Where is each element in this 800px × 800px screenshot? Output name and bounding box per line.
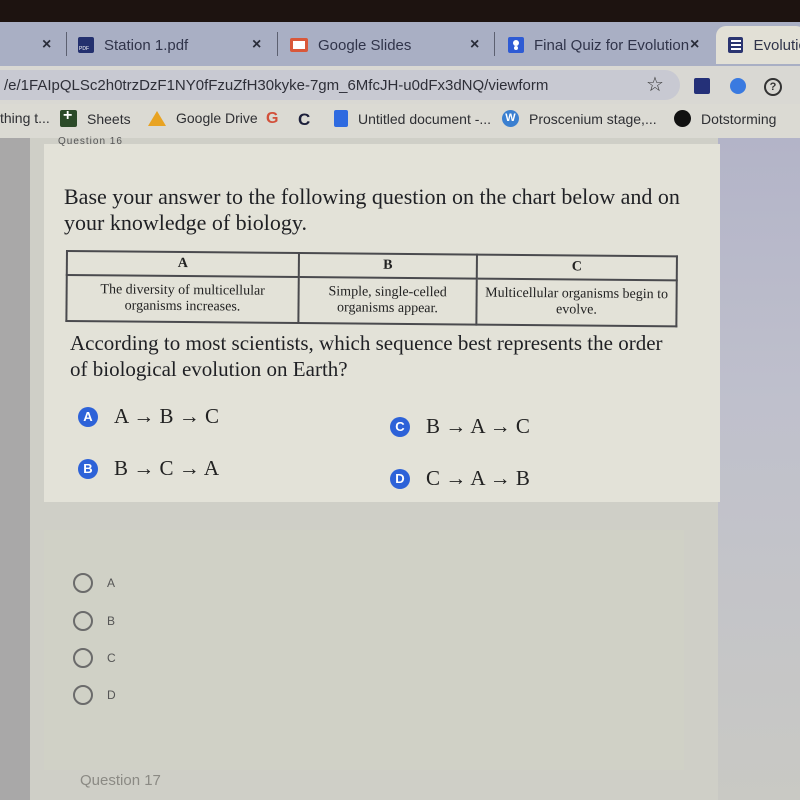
answer-card bbox=[44, 530, 684, 770]
close-icon[interactable]: × bbox=[690, 36, 699, 54]
table-header-a: A bbox=[66, 251, 299, 278]
choice-c: C B → A → C bbox=[390, 414, 530, 439]
dot-icon bbox=[674, 110, 691, 127]
bookmark-label: thing t... bbox=[0, 110, 50, 126]
choice-b: B B → C → A bbox=[78, 456, 219, 481]
bookmark-label: Dotstorming bbox=[701, 110, 777, 127]
choice-text: B → A → C bbox=[426, 414, 530, 438]
table-cell-c: Multicellular organisms begin to evolve. bbox=[476, 278, 677, 327]
evolution-chart-table: A B C The diversity of multicellular org… bbox=[65, 250, 678, 327]
tab-unknown[interactable]: × bbox=[0, 26, 62, 64]
page-left-margin bbox=[0, 138, 30, 800]
close-icon[interactable]: × bbox=[470, 36, 479, 54]
close-icon[interactable]: × bbox=[42, 36, 51, 54]
tab-separator bbox=[494, 32, 495, 56]
radio-button[interactable] bbox=[73, 648, 93, 668]
tab-label: Google Slides bbox=[318, 36, 412, 54]
question-prompt: Base your answer to the following questi… bbox=[64, 184, 680, 235]
radio-button[interactable] bbox=[73, 611, 93, 631]
next-question-title: Question 17 bbox=[80, 772, 161, 789]
bookmark-label: Proscenium stage,... bbox=[529, 110, 657, 127]
tab-separator bbox=[66, 32, 67, 56]
question-text: According to most scientists, which sequ… bbox=[70, 331, 663, 381]
table-cell-b: Simple, single-celled organisms appear. bbox=[298, 277, 477, 325]
address-bar-row: /e/1FAIpQLSc2h0trzDzF1NY0fFzuZfH30kyke-7… bbox=[0, 66, 800, 104]
radio-label: D bbox=[107, 688, 116, 702]
tab-label: Station 1.pdf bbox=[104, 36, 189, 54]
bookmark-sheets[interactable]: Sheets bbox=[60, 107, 131, 127]
docs-icon bbox=[334, 110, 348, 127]
bookmark-google[interactable]: G bbox=[266, 110, 278, 128]
choice-a: A A → B → C bbox=[78, 404, 219, 429]
extension-icon[interactable] bbox=[730, 78, 746, 94]
radio-option-d[interactable]: D bbox=[73, 685, 116, 705]
pdf-extension-icon[interactable] bbox=[694, 78, 710, 94]
page-right-margin bbox=[718, 138, 800, 800]
choice-d: D C → A → B bbox=[390, 466, 530, 491]
choice-text: C → A → B bbox=[426, 466, 530, 490]
bookmark-dotstorming[interactable]: Dotstorming bbox=[674, 110, 776, 127]
sheets-icon bbox=[60, 107, 77, 127]
bookmark-c[interactable]: C bbox=[298, 110, 310, 130]
bookmark-label: Sheets bbox=[87, 110, 131, 127]
choice-badge-b: B bbox=[78, 458, 98, 479]
tab-separator bbox=[277, 32, 278, 56]
radio-option-a[interactable]: A bbox=[73, 573, 115, 593]
tab-google-slides[interactable]: Google Slides × bbox=[290, 26, 490, 64]
radio-label: C bbox=[107, 651, 116, 665]
bookmarks-bar: thing t... Sheets Google Drive G C Untit… bbox=[0, 104, 800, 138]
tab-strip: × Station 1.pdf × Google Slides × Final … bbox=[0, 22, 800, 66]
forms-icon bbox=[728, 37, 744, 53]
table-header-c: C bbox=[476, 254, 677, 281]
tab-label: Evolutic bbox=[753, 36, 800, 54]
pdf-icon bbox=[78, 37, 94, 53]
radio-label: A bbox=[107, 576, 116, 590]
screen-bezel bbox=[0, 0, 800, 22]
bookmark-item[interactable]: thing t... bbox=[0, 110, 50, 126]
classroom-icon bbox=[508, 37, 524, 53]
table-cell-a: The diversity of multicellular organisms… bbox=[66, 275, 299, 324]
url-text: /e/1FAIpQLSc2h0trzDzF1NY0fFzuZfH30kyke-7… bbox=[4, 76, 549, 94]
bookmark-proscenium[interactable]: W Proscenium stage,... bbox=[502, 110, 657, 127]
slides-icon bbox=[290, 38, 308, 52]
radio-button[interactable] bbox=[73, 685, 93, 705]
drive-icon bbox=[148, 110, 166, 126]
radio-button[interactable] bbox=[73, 573, 93, 593]
wordpress-icon: W bbox=[502, 110, 519, 127]
c-icon: C bbox=[298, 110, 311, 129]
bookmark-label: Google Drive bbox=[176, 110, 258, 126]
url-input[interactable]: /e/1FAIpQLSc2h0trzDzF1NY0fFzuZfH30kyke-7… bbox=[0, 70, 680, 100]
tab-evolution-active[interactable]: Evolutic bbox=[716, 26, 800, 64]
radio-option-c[interactable]: C bbox=[73, 648, 116, 668]
bookmark-untitled-document[interactable]: Untitled document -... bbox=[334, 110, 491, 127]
tab-station-pdf[interactable]: Station 1.pdf × bbox=[78, 26, 274, 64]
tab-label: Final Quiz for Evolution bbox=[534, 36, 690, 54]
choice-badge-a: A bbox=[78, 406, 98, 427]
radio-option-b[interactable]: B bbox=[73, 611, 115, 631]
choice-badge-d: D bbox=[390, 468, 410, 489]
help-icon[interactable]: ? bbox=[764, 78, 782, 96]
bookmark-google-drive[interactable]: Google Drive bbox=[148, 110, 258, 126]
choice-text: B → C → A bbox=[114, 456, 220, 480]
bookmark-label: Untitled document -... bbox=[358, 110, 492, 127]
choice-badge-c: C bbox=[390, 416, 410, 437]
radio-label: B bbox=[107, 614, 116, 628]
close-icon[interactable]: × bbox=[252, 36, 261, 54]
tab-final-quiz[interactable]: Final Quiz for Evolution × bbox=[508, 26, 713, 64]
bookmark-star-icon[interactable]: ☆ bbox=[646, 72, 664, 97]
choice-text: A → B → C bbox=[114, 404, 220, 428]
google-icon: G bbox=[266, 110, 279, 127]
table-header-b: B bbox=[298, 253, 477, 279]
question-number-faded: Question 16 bbox=[58, 136, 123, 147]
